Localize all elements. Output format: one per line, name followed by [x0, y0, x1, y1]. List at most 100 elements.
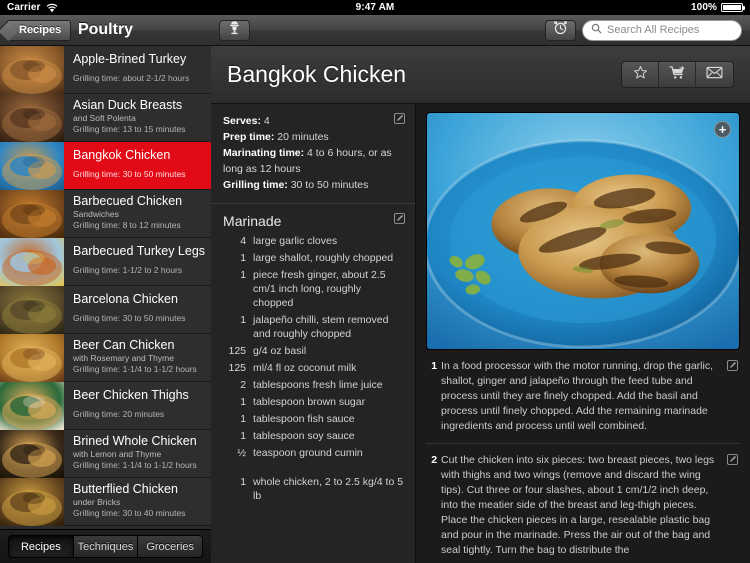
turkey-roast-thumb	[0, 46, 64, 94]
recipe-list[interactable]: Apple-Brined Turkey Grilling time: about …	[0, 46, 212, 529]
recipe-list-item[interactable]: Barcelona Chicken Grilling time: 30 to 50…	[0, 286, 212, 334]
sidebar: Recipes Poultry Apple-Brined Turkey Grill…	[0, 15, 212, 563]
recipe-list-item-subtitle: and Soft Polenta	[73, 113, 136, 123]
tab-groceries[interactable]: Groceries	[137, 535, 204, 558]
ingredients-divider	[223, 463, 403, 475]
ingredient-quantity: 125	[228, 362, 247, 374]
ingredient-quantity: ½	[237, 447, 247, 459]
recipe-meta-line: Serves: 4	[223, 115, 270, 127]
ingredient-row: 4 large garlic cloves	[223, 234, 403, 248]
recipe-list-item[interactable]: Beer Chicken Thighs Grilling time: 20 min…	[0, 382, 212, 430]
ingredient-text: piece fresh ginger, about 2.5 cm/1 inch …	[253, 269, 386, 309]
recipe-list-item-time: Grilling time: 8 to 12 minutes	[73, 220, 181, 230]
recipe-list-item-title: Bangkok Chicken	[73, 148, 171, 162]
grill-icon	[228, 20, 241, 40]
recipe-list-item[interactable]: Barbecued Turkey Legs Grilling time: 1-1/…	[0, 238, 212, 286]
recipe-list-item-time: Grilling time: 30 to 40 minutes	[73, 508, 186, 518]
beer-can-chicken-thumb	[0, 334, 64, 382]
bbq-sandwich-thumb	[0, 190, 64, 238]
ingredient-row: 125 g/4 oz basil	[223, 344, 403, 358]
edit-ingredients-button[interactable]	[394, 213, 405, 224]
recipe-step: 2 Cut the chicken into six pieces: two br…	[426, 444, 740, 563]
recipe-steps-column: + 1 In a food processor with the motor ru…	[416, 104, 750, 563]
edit-step-button[interactable]	[727, 360, 738, 371]
bottom-tab-bar[interactable]: Recipes Techniques Groceries	[0, 529, 212, 563]
ingredients-heading: Marinade	[223, 213, 282, 229]
recipe-list-item-title: Beer Can Chicken	[73, 338, 175, 352]
recipe-list-item[interactable]: Bangkok Chicken Grilling time: 30 to 50 m…	[0, 142, 212, 190]
recipe-list-item-subtitle: Sandwiches	[73, 209, 119, 219]
recipe-list-item-info: Asian Duck Breasts and Soft Polenta Grilli…	[64, 94, 211, 141]
email-recipe-button[interactable]	[696, 62, 733, 87]
search-box[interactable]	[582, 19, 749, 41]
ingredient-row: 1 large shallot, roughly chopped	[223, 251, 403, 265]
recipe-list-item[interactable]: Beer Can Chicken with Rosemary and Thyme G…	[0, 334, 212, 382]
recipe-list-item[interactable]: Barbecued Chicken Sandwiches Grilling time…	[0, 190, 212, 238]
recipe-list-item-info: Barcelona Chicken Grilling time: 30 to 50…	[64, 286, 211, 333]
tab-techniques[interactable]: Techniques	[72, 535, 138, 558]
star-icon	[633, 65, 648, 85]
favorite-button[interactable]	[622, 62, 659, 87]
timer-button[interactable]	[545, 19, 576, 41]
edit-meta-button[interactable]	[394, 113, 405, 124]
recipe-steps-list: 1 In a food processor with the motor runn…	[426, 350, 740, 563]
ingredient-row: 1 jalapeño chilli, stem removed and rough…	[223, 313, 403, 341]
recipe-step-text: In a food processor with the motor runni…	[441, 360, 714, 432]
wifi-icon	[46, 3, 58, 13]
edit-step-button[interactable]	[727, 454, 738, 465]
ingredient-text: whole chicken, 2 to 2.5 kg/4 to 5 lb	[253, 476, 404, 502]
ingredient-text: large garlic cloves	[253, 235, 338, 247]
status-bar: Carrier 9:47 AM 100%	[0, 0, 750, 15]
recipe-meta-line: Prep time: 20 minutes	[223, 131, 329, 143]
recipe-list-item-subtitle: under Bricks	[73, 497, 121, 507]
recipe-list-item[interactable]: Brined Whole Chicken with Lemon and Thyme…	[0, 430, 212, 478]
recipe-step-number: 1	[431, 360, 438, 372]
recipe-meta-box: Serves: 4 Prep time: 20 minutes Marinating…	[211, 104, 416, 204]
recipe-list-item[interactable]: Apple-Brined Turkey Grilling time: about …	[0, 46, 212, 94]
recipe-list-item-info: Beer Can Chicken with Rosemary and Thyme G…	[64, 334, 211, 381]
turkey-legs-thumb	[0, 238, 64, 286]
recipe-list-item-info: Brined Whole Chicken with Lemon and Thyme…	[64, 430, 211, 477]
recipe-list-item-info: Barbecued Chicken Sandwiches Grilling time…	[64, 190, 211, 237]
grilled-chicken-on-blue-plate	[427, 113, 739, 349]
battery-percent-label: 100%	[691, 2, 717, 13]
chicken-thighs-thumb	[0, 382, 64, 430]
ingredient-row: 125 ml/4 fl oz coconut milk	[223, 361, 403, 375]
add-photo-button[interactable]: +	[714, 121, 731, 138]
recipe-meta-label: Serves:	[223, 115, 261, 127]
butterflied-chicken-thumb	[0, 478, 64, 526]
bangkok-chicken-thumb	[0, 142, 64, 190]
recipe-step-text: Cut the chicken into six pieces: two bre…	[441, 454, 715, 556]
recipe-list-item-title: Barbecued Turkey Legs	[73, 244, 206, 258]
recipe-list-item-info: Barbecued Turkey Legs Grilling time: 1-1/…	[64, 238, 211, 285]
envelope-icon	[706, 66, 723, 84]
ingredient-quantity: 1	[240, 396, 247, 408]
recipe-list-item-title: Beer Chicken Thighs	[73, 388, 189, 402]
duck-breast-thumb	[0, 94, 64, 142]
search-icon	[591, 21, 602, 39]
recipe-list-item-info: Butterflied Chicken under Bricks Grilling …	[64, 478, 211, 525]
recipe-photo[interactable]: +	[426, 112, 740, 350]
ingredient-quantity: 2	[240, 379, 247, 391]
recipe-list-item-time: Grilling time: 1-1/2 to 2 hours	[73, 265, 183, 275]
ingredients-list: 4 large garlic cloves 1 large shallot, roug…	[223, 234, 403, 460]
add-to-groceries-button[interactable]	[659, 62, 696, 87]
ingredient-text: jalapeño chilli, stem removed and roughl…	[253, 314, 389, 340]
sidebar-navbar: Recipes Poultry	[0, 15, 212, 46]
ingredient-row: 1 whole chicken, 2 to 2.5 kg/4 to 5 lb	[223, 475, 403, 503]
search-input[interactable]	[607, 24, 749, 36]
recipe-list-item[interactable]: Butterflied Chicken under Bricks Grilling …	[0, 478, 212, 526]
ingredient-text: tablespoon soy sauce	[253, 430, 355, 442]
ingredient-text: ml/4 fl oz coconut milk	[253, 362, 357, 374]
grill-button[interactable]	[219, 19, 251, 41]
recipe-list-item-time: Grilling time: about 2-1/2 hours	[73, 73, 190, 83]
ingredient-row: 1 tablespoon brown sugar	[223, 395, 403, 409]
back-to-recipes-button[interactable]: Recipes	[6, 19, 72, 41]
ingredient-text: tablespoon brown sugar	[253, 396, 366, 408]
tab-recipes[interactable]: Recipes	[8, 535, 73, 558]
ingredient-row: 1 piece fresh ginger, about 2.5 cm/1 inch…	[223, 268, 403, 310]
recipe-list-item[interactable]: Asian Duck Breasts and Soft Polenta Grilli…	[0, 94, 212, 142]
recipe-list-item-info: Apple-Brined Turkey Grilling time: about …	[64, 46, 211, 93]
recipe-step: 1 In a food processor with the motor runn…	[426, 350, 740, 444]
detail-content: Serves: 4 Prep time: 20 minutes Marinating…	[211, 104, 750, 563]
